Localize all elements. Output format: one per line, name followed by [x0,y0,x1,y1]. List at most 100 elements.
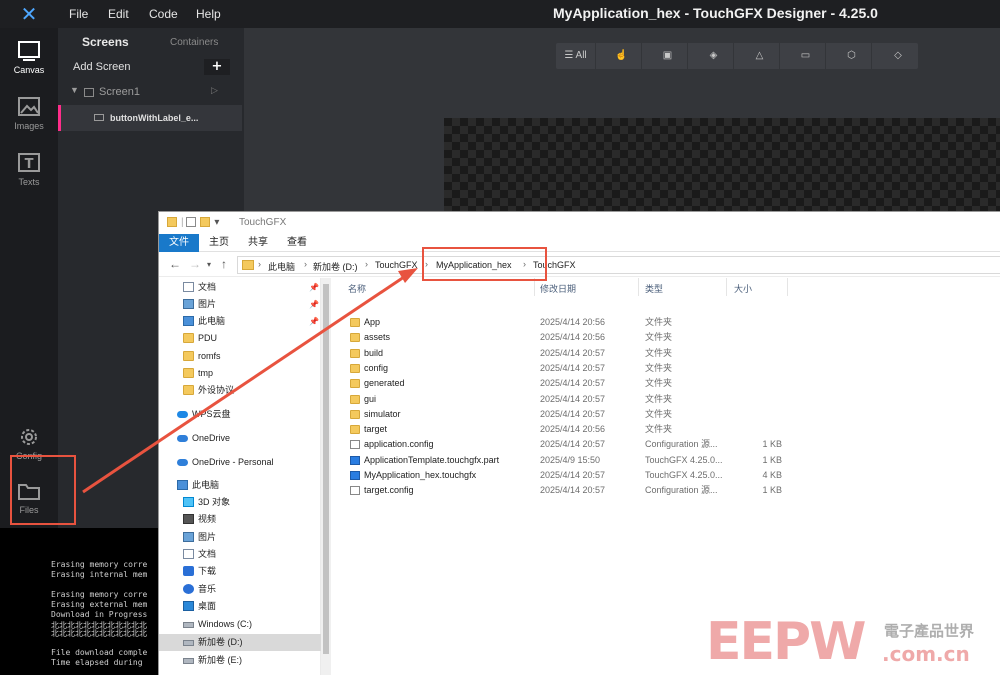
scrollbar-thumb[interactable] [323,284,329,654]
properties-icon[interactable] [186,217,197,228]
nav-pane-item-label: romfs [198,351,221,361]
ribbon-tab-file[interactable]: 文件 [159,234,199,252]
filter-progress-button[interactable]: ▭ [786,43,826,69]
filter-shapes-button[interactable]: △ [740,43,780,69]
nav-pane-item[interactable]: 桌面 [159,598,321,615]
file-row[interactable]: application.config 2025/4/14 20:57 Configu… [332,437,792,452]
nav-pane-item[interactable]: 音乐 [159,581,321,598]
file-row[interactable]: gui 2025/4/14 20:57 文件夹 [332,392,792,407]
nav-pane-item[interactable]: 新加卷 (E:) [159,652,321,669]
back-arrow-icon[interactable]: ← [169,257,181,271]
music-icon [183,584,194,594]
nav-pane-item[interactable]: 图片 📌 [159,296,321,313]
tab-screens[interactable]: Screens [82,35,129,49]
dropdown-icon[interactable]: ▾ [214,217,219,228]
screen-row-screen1[interactable]: ▼ Screen1 ▷ [68,85,238,103]
file-type: Configuration 源... [645,439,718,450]
console-line: Erasing internal mem [51,570,148,579]
filter-all-button[interactable]: ☰ All [556,43,596,69]
address-box[interactable]: › 此电脑 › 新加卷 (D:) › TouchGFX › MyApplicat… [237,256,1000,274]
filter-containers-button[interactable]: ◈ [694,43,734,69]
file-size: 1 KB [762,439,782,450]
file-row[interactable]: MyApplication_hex.touchgfx 2025/4/14 20:5… [332,468,792,483]
nav-pane-item[interactable]: PDU [159,330,321,347]
nav-pane-item[interactable]: 3D 对象 [159,494,321,511]
breadcrumb-drive-d[interactable]: 新加卷 (D:) [313,260,358,273]
nav-canvas[interactable]: Canvas [0,34,58,84]
breadcrumb-separator[interactable]: › [365,259,368,269]
file-row[interactable]: config 2025/4/14 20:57 文件夹 [332,361,792,376]
nav-pane-item[interactable]: 此电脑 📌 [159,313,321,330]
file-row[interactable]: App 2025/4/14 20:56 文件夹 [332,315,792,330]
menu-code[interactable]: Code [149,7,178,21]
nav-pane-item[interactable]: 外设协议 [159,382,321,399]
nav-pane-item[interactable]: 视频 [159,511,321,528]
nav-pane-item[interactable]: 新加卷 (D:) [159,634,321,651]
nav-pane-item[interactable]: tmp [159,365,321,382]
file-row[interactable]: assets 2025/4/14 20:56 文件夹 [332,330,792,345]
nav-pane-item[interactable]: 图片 [159,529,321,546]
filter-3d-button[interactable]: ⬡ [832,43,872,69]
play-icon[interactable]: ▷ [211,85,218,96]
file-row[interactable]: simulator 2025/4/14 20:57 文件夹 [332,407,792,422]
ribbon-tab-home[interactable]: 主页 [205,234,233,252]
address-bar-row: ← → ▾ ↑ › 此电脑 › 新加卷 (D:) › TouchGFX › My… [159,253,1000,277]
up-arrow-icon[interactable]: ↑ [221,257,227,271]
pictures-icon [183,532,194,542]
file-row[interactable]: generated 2025/4/14 20:57 文件夹 [332,376,792,391]
filter-buttons-button[interactable]: ☝ [602,43,642,69]
ribbon-tab-share[interactable]: 共享 [244,234,272,252]
nav-pane-item[interactable]: 下载 [159,563,321,580]
pin-icon[interactable]: 📌 [309,279,319,296]
nav-pane-item[interactable]: romfs [159,348,321,365]
forward-arrow-icon[interactable]: → [189,257,201,271]
column-header-date[interactable]: 修改日期 [540,282,576,295]
nav-pane-item[interactable]: WPS云盘 [159,406,321,423]
pin-icon[interactable]: 📌 [309,296,319,313]
nav-pane-item[interactable]: 文档 [159,546,321,563]
new-folder-icon[interactable] [200,217,211,228]
column-header-size[interactable]: 大小 [734,282,752,295]
nav-pane-item[interactable]: 此电脑 [159,477,321,494]
column-header-name[interactable]: 名称 [348,282,366,295]
file-row[interactable]: target 2025/4/14 20:56 文件夹 [332,422,792,437]
nav-texts[interactable]: T Texts [0,146,58,196]
navigation-pane: 文档 📌 图片 📌 此电脑 📌 PDU romfs tmp 外设协议 WPS云盘 OneDrive On… [159,278,321,675]
file-name: config [364,362,389,373]
filter-images-button[interactable]: ▣ [648,43,688,69]
column-divider[interactable] [726,278,727,296]
nav-images[interactable]: Images [0,90,58,140]
file-row[interactable]: ApplicationTemplate.touchgfx.part 2025/4/… [332,453,792,468]
list-icon: ☰ [564,50,576,61]
menu-help[interactable]: Help [196,7,221,21]
column-divider[interactable] [787,278,788,296]
add-screen-button[interactable]: + [204,59,230,75]
recent-locations-icon[interactable]: ▾ [207,260,211,269]
breadcrumb-touchgfx[interactable]: TouchGFX [375,260,418,270]
tab-containers[interactable]: Containers [170,37,218,48]
nav-pane-item[interactable]: 文档 📌 [159,279,321,296]
filter-misc-button[interactable]: ◇ [878,43,918,69]
file-row[interactable]: build 2025/4/14 20:57 文件夹 [332,346,792,361]
file-name: application.config [364,439,434,450]
nav-pane-item[interactable]: OneDrive - Personal [159,454,321,471]
nav-pane-item[interactable]: OneDrive [159,430,321,447]
chevron-down-icon[interactable]: ▼ [70,85,79,95]
watermark-chinese: 電子產品世界 [884,622,975,640]
ribbon-tab-view[interactable]: 查看 [283,234,311,252]
breadcrumb-separator[interactable]: › [258,259,261,269]
menu-file[interactable]: File [69,7,88,21]
column-divider[interactable] [638,278,639,296]
pin-icon[interactable]: 📌 [309,313,319,330]
column-header-type[interactable]: 类型 [645,282,663,295]
menu-edit[interactable]: Edit [108,7,129,21]
file-name: simulator [364,408,401,419]
breadcrumb-this-pc[interactable]: 此电脑 [268,260,295,273]
watermark-brand: EEPW [706,612,867,672]
widget-row-button-with-label[interactable]: buttonWithLabel_e... [58,105,242,131]
nav-pane-item[interactable]: Windows (C:) [159,616,321,633]
navigation-scrollbar[interactable] [321,278,331,675]
screen-icon [84,88,94,97]
file-row[interactable]: target.config 2025/4/14 20:57 Configuratio… [332,483,792,498]
breadcrumb-separator[interactable]: › [304,259,307,269]
